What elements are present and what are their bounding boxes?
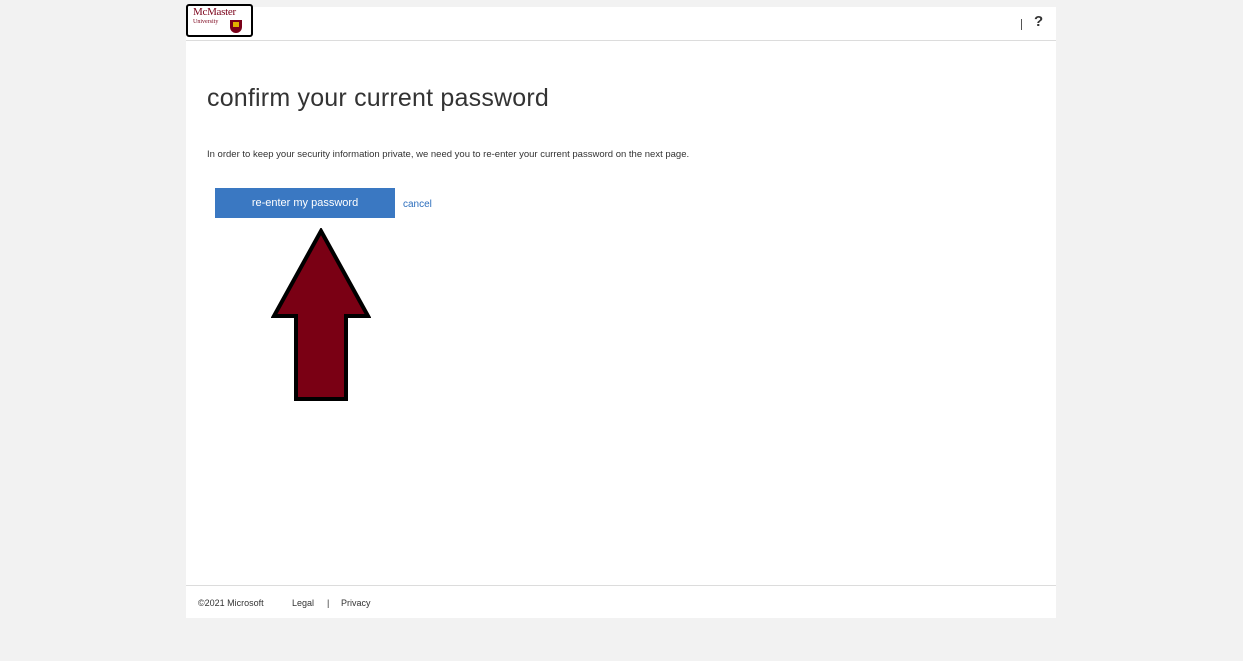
page-title: confirm your current password — [207, 84, 550, 112]
crest-icon — [230, 20, 242, 33]
re-enter-password-button[interactable]: re-enter my password — [215, 188, 395, 218]
mcmaster-logo: McMaster University — [186, 4, 253, 37]
footer: ©2021 Microsoft Legal | Privacy — [186, 585, 1056, 619]
cancel-link[interactable]: cancel — [403, 199, 432, 210]
logo-name: McMaster — [193, 6, 236, 18]
logo-subtitle: University — [193, 19, 219, 25]
arrow-shape — [271, 228, 371, 401]
help-icon[interactable]: ? — [1034, 13, 1043, 30]
description-text: In order to keep your security informati… — [207, 149, 690, 160]
up-arrow-icon — [271, 228, 371, 401]
privacy-link[interactable]: Privacy — [341, 598, 371, 608]
header: McMaster University ? — [186, 4, 1056, 41]
page-card: McMaster University ? confirm your curre… — [186, 4, 1056, 619]
legal-link[interactable]: Legal — [292, 598, 314, 608]
footer-separator: | — [327, 598, 330, 608]
header-divider — [1021, 19, 1022, 30]
copyright-text: ©2021 Microsoft — [198, 598, 264, 608]
